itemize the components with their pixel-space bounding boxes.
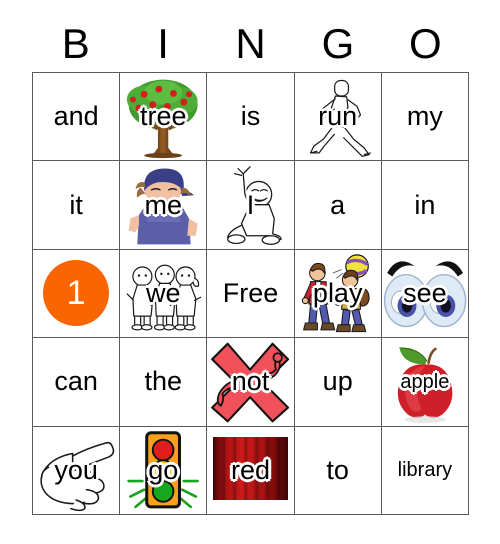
bingo-header-letter-o: O [408,20,442,67]
bingo-cell-word: a [330,189,346,220]
bingo-header-letter-i: I [157,20,169,67]
bingo-cell-word: you [54,454,98,485]
bingo-header-letter-n: N [235,20,266,67]
bingo-cell-word: tree [140,101,187,132]
bingo-cell-word: is [240,101,261,132]
bingo-cell-word: can [54,366,98,397]
bingo-cell-g4[interactable]: up [294,338,382,427]
bingo-cell-i1[interactable]: tree [120,73,208,162]
bingo-cell-o1[interactable]: my [381,73,469,162]
bingo-cell-b4[interactable]: can [33,338,121,427]
bingo-cell-g3[interactable]: play [294,249,382,339]
bingo-cell-n4[interactable]: not [207,338,295,427]
bingo-cell-i3[interactable]: we [120,249,208,339]
bingo-card-page: B I N G O and tree is run my it me I a i… [0,0,500,544]
bingo-cell-word: and [53,101,99,132]
bingo-cell-b3[interactable]: 1 [33,249,121,339]
bingo-header-letter-g: G [321,20,355,67]
bingo-cell-g2[interactable]: a [294,161,382,250]
bingo-cell-word: my [406,101,443,132]
bingo-cell-g5[interactable]: to [294,426,382,515]
bingo-cell-word: I [246,189,255,220]
bingo-cell-word: me [144,189,183,220]
bingo-cell-word: red [230,454,270,485]
bingo-cell-free-space[interactable]: Free [207,249,295,339]
bingo-cell-word: the [144,366,183,397]
bingo-cell-word: we [146,277,181,308]
bingo-grid: and tree is run my it me I a in 1 we Fre… [32,72,469,515]
bingo-cell-i5[interactable]: go [120,426,208,515]
bingo-cell-o2[interactable]: in [381,161,469,250]
bingo-cell-word: see [403,277,447,308]
bingo-cell-word: go [148,454,179,485]
bingo-cell-o5[interactable]: library [381,426,469,515]
bingo-cell-o3[interactable]: see [381,249,469,339]
bingo-cell-b1[interactable]: and [33,73,121,162]
bingo-cell-word: it [69,189,83,220]
bingo-cell-b2[interactable]: it [33,161,121,250]
bingo-cell-i4[interactable]: the [120,338,208,427]
bingo-cell-word: play [312,277,363,308]
bingo-cell-word: apple [400,370,450,393]
bingo-header-row: B I N G O [32,18,469,70]
bingo-cell-g1[interactable]: run [294,73,382,162]
bingo-cell-n1[interactable]: is [207,73,295,162]
bingo-cell-word: up [322,366,353,397]
bingo-cell-word: in [414,189,436,220]
bingo-cell-word: 1 [66,274,86,313]
bingo-cell-o4[interactable]: apple [381,338,469,427]
bingo-cell-n2[interactable]: I [207,161,295,250]
bingo-cell-word: not [231,366,270,397]
bingo-cell-word: library [397,459,453,482]
bingo-cell-i2[interactable]: me [120,161,208,250]
bingo-header-letter-b: B [61,20,90,67]
bingo-cell-word: to [326,454,349,485]
bingo-cell-word: Free [222,277,279,308]
bingo-cell-word: run [318,101,358,132]
bingo-cell-n5[interactable]: red [207,426,295,515]
bingo-cell-b5[interactable]: you [33,426,121,515]
